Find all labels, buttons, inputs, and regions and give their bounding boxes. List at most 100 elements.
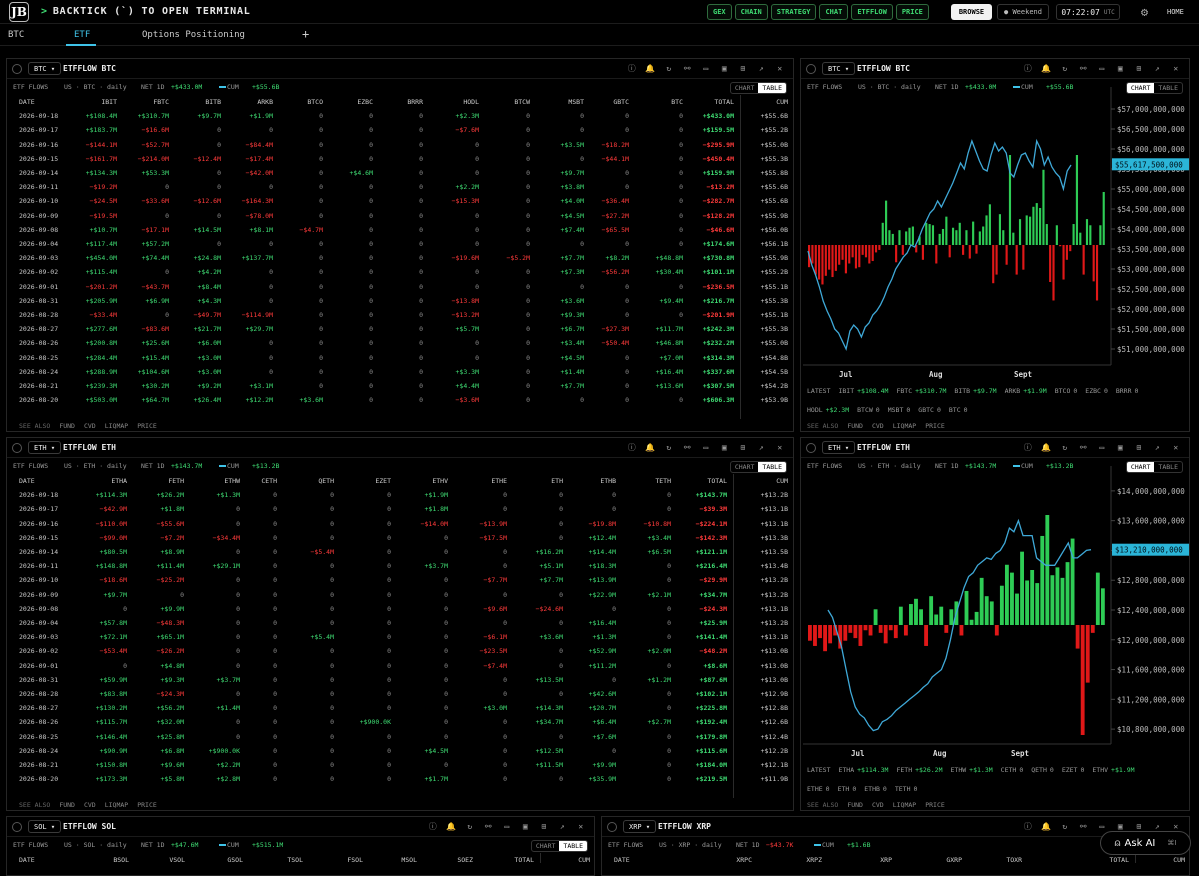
flow-bar[interactable]: [824, 245, 827, 276]
panel-link-icon[interactable]: [12, 822, 22, 832]
flow-bar[interactable]: [974, 611, 979, 625]
nav-price-button[interactable]: PRICE: [895, 4, 929, 20]
table-row[interactable]: 2026-08-26 +$200.8M +$25.6M +$6.0M 0 0 0 0 0 0 +$3…: [7, 336, 793, 350]
refresh-icon[interactable]: ↻: [660, 63, 679, 75]
flow-bar[interactable]: [818, 625, 822, 639]
flow-bar[interactable]: [834, 245, 837, 271]
table-row[interactable]: 2026-09-03 +$72.1M +$65.1M 0 0 +$5.4M 0 0 −$6.1M…: [7, 630, 793, 644]
flow-bar[interactable]: [1080, 625, 1085, 735]
flow-bar[interactable]: [838, 245, 841, 265]
table-row[interactable]: 2026-08-27 +$130.2M +$56.2M +$1.4M 0 0 0 0 +$3.0…: [7, 701, 793, 715]
see-also-link[interactable]: PRICE: [137, 801, 157, 809]
table-row[interactable]: 2026-08-31 +$205.9M +$6.9M +$4.3M 0 0 0 0 −$13.8…: [7, 294, 793, 308]
column-header[interactable]: XRPZ: [806, 856, 822, 863]
minimize-icon[interactable]: ▭: [697, 63, 716, 75]
column-header[interactable]: XRPC: [736, 856, 752, 863]
flow-bar[interactable]: [975, 245, 978, 254]
flow-bar[interactable]: [814, 245, 817, 275]
flow-bar[interactable]: [924, 625, 929, 646]
column-header[interactable]: EZBC: [357, 98, 373, 106]
column-header[interactable]: BITB: [205, 98, 221, 106]
table-row[interactable]: 2026-09-08 +$10.7M −$17.1M +$14.5M +$8.1M −$4…: [7, 223, 793, 237]
flow-bar[interactable]: [1012, 232, 1015, 245]
column-header[interactable]: DATE: [19, 856, 35, 863]
table-row[interactable]: 2026-08-24 +$90.9M +$6.8M +$900.0K 0 0 0 +$4.5M…: [7, 744, 793, 758]
flow-bar[interactable]: [1018, 219, 1022, 245]
table-row[interactable]: 2026-09-02 −$53.4M −$26.2M 0 0 0 0 0 −$23.5M 0 +$5…: [7, 644, 793, 658]
flow-bar[interactable]: [931, 225, 935, 245]
flow-bar[interactable]: [1099, 225, 1102, 245]
panel-link-icon[interactable]: [607, 822, 617, 832]
flow-bar[interactable]: [868, 625, 873, 636]
flow-bar[interactable]: [941, 228, 945, 245]
flow-bar[interactable]: [948, 245, 951, 258]
flow-bar[interactable]: [808, 625, 812, 641]
close-icon[interactable]: ✕: [771, 63, 790, 75]
flow-bar[interactable]: [925, 222, 928, 245]
window-icon[interactable]: ▣: [516, 821, 535, 833]
table-row[interactable]: 2026-08-27 +$277.6M −$83.6M +$21.7M +$29.7M 0…: [7, 322, 793, 336]
home-button[interactable]: HOME: [1167, 8, 1184, 16]
table-row[interactable]: 2026-09-17 +$183.7M −$16.6M 0 0 0 0 0 −$7.6M 0 0 0 0…: [7, 123, 793, 137]
column-header[interactable]: DATE: [19, 98, 35, 106]
flow-bar[interactable]: [998, 214, 1002, 245]
table-row[interactable]: 2026-08-26 +$115.7M +$32.0M 0 0 0 +$900.0K 0 0 +$…: [7, 715, 793, 729]
flow-bar[interactable]: [1052, 245, 1055, 301]
bell-icon[interactable]: 🔔: [442, 821, 461, 833]
flow-bar[interactable]: [1045, 224, 1048, 245]
flow-bar[interactable]: [873, 609, 878, 625]
flow-bar[interactable]: [908, 227, 911, 245]
flow-bar[interactable]: [888, 230, 891, 245]
flow-bar[interactable]: [823, 625, 828, 652]
flow-bar[interactable]: [928, 224, 931, 245]
table-row[interactable]: 2026-09-18 +$108.4M +$310.7M +$9.7M +$1.9M 0 0…: [7, 109, 793, 123]
table-row[interactable]: 2026-09-16 −$110.0M −$55.6M 0 0 0 0 −$14.0M −$13…: [7, 517, 793, 531]
flow-bar[interactable]: [863, 625, 868, 631]
see-also-link[interactable]: CVD: [84, 422, 96, 430]
flow-bar[interactable]: [1015, 245, 1018, 275]
grid-icon[interactable]: ⊞: [734, 442, 753, 454]
table-row[interactable]: 2026-09-10 −$18.6M −$25.2M 0 0 0 0 0 −$7.7M +$7.7…: [7, 573, 793, 587]
asset-selector[interactable]: SOL ▾: [28, 820, 62, 833]
column-header[interactable]: CUM: [1173, 856, 1185, 863]
flow-bar[interactable]: [1069, 245, 1072, 252]
flow-bar[interactable]: [921, 245, 924, 260]
flow-bar[interactable]: [813, 625, 817, 646]
table-row[interactable]: 2026-08-25 +$284.4M +$15.4M +$3.0M 0 0 0 0 0 0 +$4…: [7, 351, 793, 365]
flow-bar[interactable]: [898, 606, 903, 625]
info-icon[interactable]: ⓘ: [623, 442, 642, 454]
flow-bar[interactable]: [909, 604, 913, 625]
flow-bar[interactable]: [944, 625, 949, 633]
table-row[interactable]: 2026-09-04 +$117.4M +$57.2M 0 0 0 0 0 0 0 0 0 0 +$174…: [7, 237, 793, 251]
app-logo[interactable]: JB: [9, 1, 29, 22]
tab-etf[interactable]: ETF: [74, 30, 90, 40]
flow-bar[interactable]: [1030, 570, 1035, 625]
tab-options-positioning[interactable]: Options Positioning: [142, 30, 245, 40]
column-header[interactable]: TETH: [655, 477, 671, 485]
share-icon[interactable]: ⚯: [479, 821, 498, 833]
see-also-link[interactable]: PRICE: [137, 422, 157, 430]
flow-bar[interactable]: [831, 245, 834, 278]
flows-chart[interactable]: $14,000,000,000$13,600,000,000$13,200,00…: [801, 438, 1190, 811]
flow-bar[interactable]: [1095, 572, 1100, 625]
flow-bar[interactable]: [939, 606, 944, 625]
table-row[interactable]: 2026-08-20 +$173.3M +$5.8M +$2.8M 0 0 0 +$1.7M 0…: [7, 772, 793, 786]
close-icon[interactable]: ✕: [572, 821, 591, 833]
minimize-icon[interactable]: ▭: [697, 442, 716, 454]
table-row[interactable]: 2026-09-14 +$134.3M +$53.3M 0 −$42.0M 0 +$4.6M…: [7, 166, 793, 180]
table-row[interactable]: 2026-09-01 0 +$4.8M 0 0 0 0 0 −$7.4M 0 +$11.2M 0 +$8…: [7, 659, 793, 673]
cum-flow-line[interactable]: [827, 518, 1092, 732]
column-header[interactable]: SOEZ: [457, 856, 473, 863]
flow-bar[interactable]: [1010, 572, 1014, 625]
grid-icon[interactable]: ⊞: [535, 821, 554, 833]
flow-bar[interactable]: [1055, 567, 1060, 625]
flow-bar[interactable]: [851, 245, 854, 258]
flow-bar[interactable]: [992, 245, 995, 284]
grid-icon[interactable]: ⊞: [734, 63, 753, 75]
table-row[interactable]: 2026-08-21 +$239.3M +$30.2M +$9.2M +$3.1M 0 0 0…: [7, 379, 793, 393]
flow-bar[interactable]: [949, 609, 954, 625]
browse-button[interactable]: BROWSE: [951, 4, 992, 20]
nav-gex-button[interactable]: GEX: [707, 4, 732, 20]
flow-bar[interactable]: [1102, 191, 1105, 245]
table-row[interactable]: 2026-09-15 −$161.7M −$214.0M −$12.4M −$17.4M…: [7, 152, 793, 166]
